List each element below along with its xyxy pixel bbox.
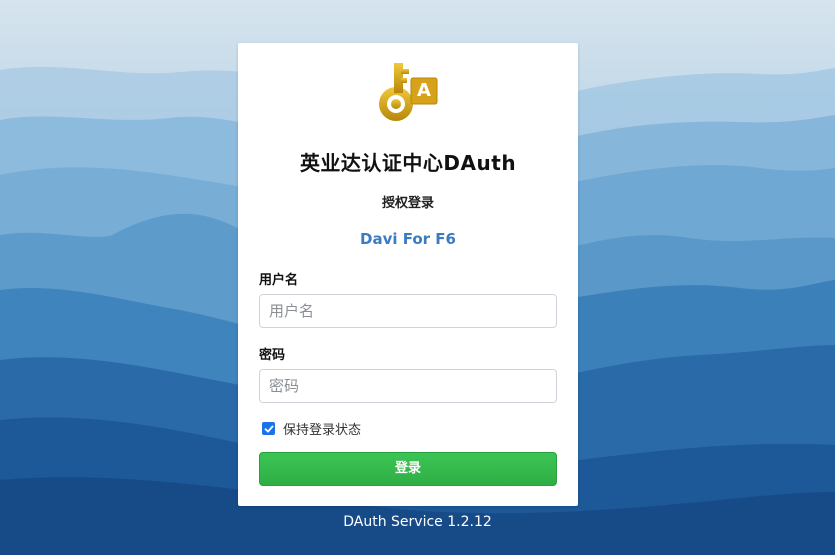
username-input[interactable] xyxy=(259,294,557,328)
login-card: A 英业达认证中心DAuth 授权登录 Davi For F6 用户名 密码 保… xyxy=(238,43,578,506)
password-input[interactable] xyxy=(259,369,557,403)
page-subtitle: 授权登录 xyxy=(381,196,434,211)
page-title: 英业达认证中心DAuth xyxy=(299,151,517,175)
username-label: 用户名 xyxy=(259,273,299,288)
remember-me-row[interactable]: 保持登录状态 xyxy=(262,419,361,438)
login-button[interactable]: 登录 xyxy=(259,452,557,486)
remember-me-checkbox[interactable] xyxy=(262,422,275,435)
password-label: 密码 xyxy=(259,348,286,363)
logo-letter: A xyxy=(417,80,431,101)
client-app-name: Davi For F6 xyxy=(360,230,456,248)
service-version: DAuth Service 1.2.12 xyxy=(343,514,492,530)
remember-me-label: 保持登录状态 xyxy=(283,423,362,438)
key-letter-a-icon: A xyxy=(375,61,441,125)
checkmark-icon xyxy=(264,425,273,432)
